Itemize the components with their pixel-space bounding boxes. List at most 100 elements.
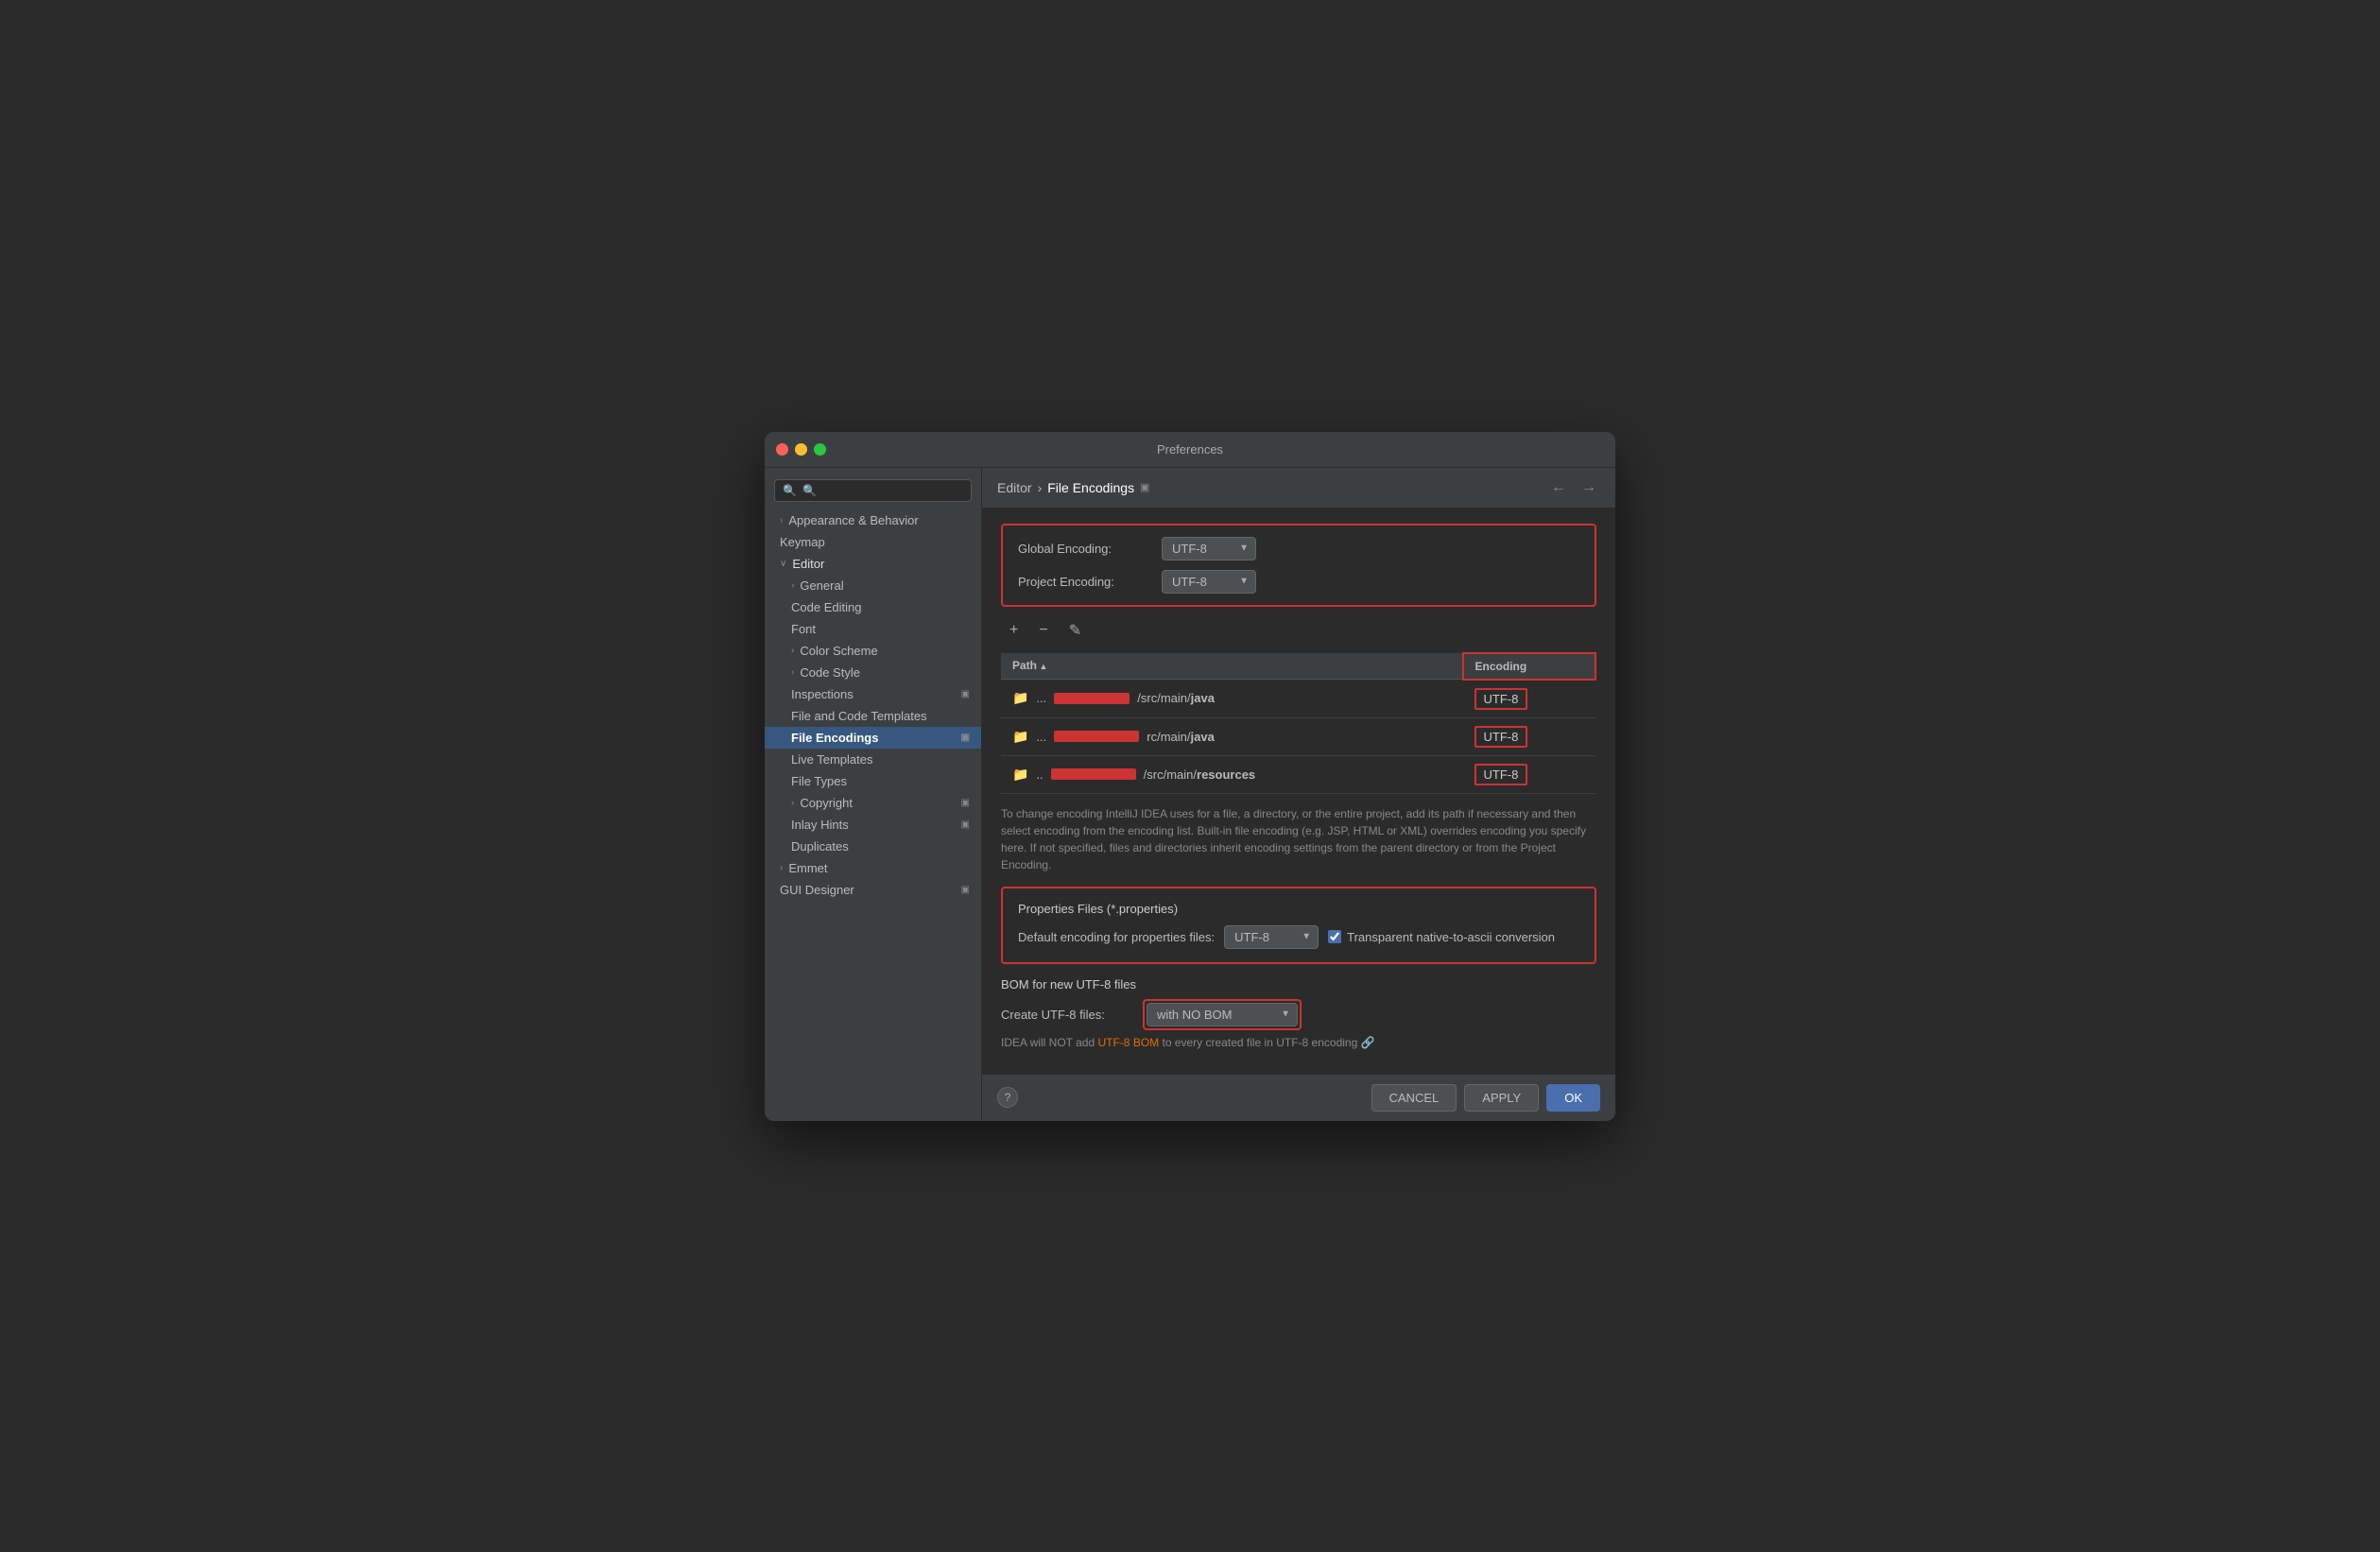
sidebar-item-label: Font: [791, 622, 816, 636]
badge-icon: ▣: [961, 798, 970, 808]
path-redacted-1: [1054, 693, 1130, 704]
sidebar-item-label: Keymap: [780, 535, 825, 549]
sidebar-item-duplicates[interactable]: Duplicates: [765, 836, 981, 857]
col-encoding-header[interactable]: Encoding: [1463, 653, 1595, 680]
sidebar-item-file-encodings[interactable]: File Encodings ▣: [765, 727, 981, 749]
sidebar-item-live-templates[interactable]: Live Templates: [765, 749, 981, 770]
bom-link-icon[interactable]: 🔗: [1361, 1036, 1375, 1049]
sidebar-item-font[interactable]: Font: [765, 618, 981, 640]
search-box[interactable]: 🔍: [774, 479, 972, 502]
encoding-value-3: UTF-8: [1475, 764, 1528, 785]
footer-buttons: CANCEL APPLY OK: [1371, 1084, 1601, 1112]
sidebar-item-label: Code Editing: [791, 600, 861, 614]
sidebar-item-label: Emmet: [788, 861, 827, 875]
encoding-cell-1: UTF-8: [1463, 680, 1595, 718]
project-encoding-row: Project Encoding: UTF-8 ▼: [1018, 570, 1579, 594]
project-encoding-label: Project Encoding:: [1018, 575, 1150, 589]
minimize-button[interactable]: [795, 443, 807, 456]
chevron-right-icon: ›: [780, 863, 783, 873]
bom-row: Create UTF-8 files: with NO BOM with BOM…: [1001, 999, 1596, 1030]
global-encoding-select[interactable]: UTF-8: [1162, 537, 1256, 560]
cancel-button[interactable]: CANCEL: [1371, 1084, 1457, 1112]
path-prefix-3: ..: [1036, 767, 1043, 782]
titlebar: Preferences: [765, 432, 1615, 468]
sidebar-item-general[interactable]: › General: [765, 575, 981, 596]
sidebar-item-file-code-templates[interactable]: File and Code Templates: [765, 705, 981, 727]
edit-button[interactable]: ✎: [1061, 618, 1090, 643]
sidebar-item-label: Live Templates: [791, 752, 872, 767]
add-button[interactable]: +: [1001, 618, 1026, 643]
path-suffix-1: /src/main/java: [1137, 691, 1215, 705]
chevron-right-icon: ›: [791, 667, 794, 678]
table-row: 📁 .. /src/main/resources UTF-8: [1001, 755, 1595, 793]
folder-icon: 📁: [1012, 690, 1028, 706]
default-encoding-label: Default encoding for properties files:: [1018, 930, 1215, 944]
main-panel: Editor › File Encodings ▣ ← → Global Enc…: [982, 468, 1615, 1121]
native-ascii-checkbox[interactable]: [1328, 930, 1341, 943]
encoding-value-1: UTF-8: [1475, 688, 1528, 710]
help-button[interactable]: ?: [997, 1087, 1018, 1108]
ok-button[interactable]: OK: [1546, 1084, 1600, 1112]
breadcrumb-separator: ›: [1038, 480, 1043, 495]
encoding-cell-2: UTF-8: [1463, 717, 1595, 755]
panel-body: Global Encoding: UTF-8 ▼ Project Encodin…: [982, 509, 1615, 1074]
footer: ? CANCEL APPLY OK: [982, 1074, 1615, 1121]
global-encoding-dropdown-wrapper[interactable]: UTF-8 ▼: [1162, 537, 1256, 560]
sidebar-item-label: Editor: [792, 557, 824, 571]
bom-info-suffix: to every created file in UTF-8 encoding: [1159, 1036, 1357, 1049]
native-ascii-checkbox-wrapper[interactable]: Transparent native-to-ascii conversion: [1328, 930, 1555, 944]
path-redacted-2: [1054, 731, 1139, 742]
sidebar-item-color-scheme[interactable]: › Color Scheme: [765, 640, 981, 662]
sidebar-item-keymap[interactable]: Keymap: [765, 531, 981, 553]
nav-back-button[interactable]: ←: [1547, 477, 1570, 498]
toolbar-row: + − ✎: [1001, 618, 1596, 643]
path-prefix-1: ...: [1036, 691, 1046, 705]
badge-icon: ▣: [961, 733, 970, 743]
sidebar-item-copyright[interactable]: › Copyright ▣: [765, 792, 981, 814]
search-input[interactable]: [802, 484, 963, 497]
bom-dropdown-wrapper[interactable]: with NO BOM with BOM ▼: [1147, 1003, 1298, 1026]
sidebar-item-gui-designer[interactable]: GUI Designer ▣: [765, 879, 981, 901]
sidebar-item-file-types[interactable]: File Types: [765, 770, 981, 792]
file-table: Path Encoding 📁 ... /src/main/ja: [1001, 652, 1596, 794]
sidebar-item-code-style[interactable]: › Code Style: [765, 662, 981, 683]
path-cell-1: 📁 ... /src/main/java: [1001, 680, 1463, 718]
project-encoding-dropdown-wrapper[interactable]: UTF-8 ▼: [1162, 570, 1256, 594]
sidebar-item-appearance[interactable]: › Appearance & Behavior: [765, 509, 981, 531]
sidebar-item-inspections[interactable]: Inspections ▣: [765, 683, 981, 705]
sidebar-item-label: Inlay Hints: [791, 818, 849, 832]
sidebar-item-label: Appearance & Behavior: [788, 513, 918, 527]
encoding-cell-3: UTF-8: [1463, 755, 1595, 793]
encoding-value-2: UTF-8: [1475, 726, 1528, 748]
chevron-right-icon: ›: [791, 798, 794, 808]
sidebar-item-emmet[interactable]: › Emmet: [765, 857, 981, 879]
search-icon: 🔍: [783, 484, 797, 497]
sidebar-item-label: Copyright: [800, 796, 853, 810]
bom-select[interactable]: with NO BOM with BOM: [1147, 1003, 1298, 1026]
nav-forward-button[interactable]: →: [1578, 477, 1600, 498]
remove-button[interactable]: −: [1030, 618, 1056, 643]
breadcrumb-parent: Editor: [997, 480, 1032, 495]
encoding-settings-box: Global Encoding: UTF-8 ▼ Project Encodin…: [1001, 524, 1596, 607]
sidebar-item-label: Color Scheme: [800, 644, 877, 658]
path-prefix-2: ...: [1036, 730, 1046, 744]
bom-section: BOM for new UTF-8 files Create UTF-8 fil…: [1001, 977, 1596, 1049]
chevron-down-icon: ∨: [780, 559, 786, 569]
col-path-header[interactable]: Path: [1001, 653, 1463, 680]
close-button[interactable]: [776, 443, 788, 456]
apply-button[interactable]: APPLY: [1464, 1084, 1539, 1112]
bom-info-prefix: IDEA will NOT add: [1001, 1036, 1097, 1049]
project-encoding-select[interactable]: UTF-8: [1162, 570, 1256, 594]
bom-dropdown-box[interactable]: with NO BOM with BOM ▼: [1143, 999, 1302, 1030]
props-encoding-dropdown-wrapper[interactable]: UTF-8 ▼: [1224, 925, 1319, 949]
sidebar-item-code-editing[interactable]: Code Editing: [765, 596, 981, 618]
badge-icon: ▣: [961, 885, 970, 895]
sidebar-item-inlay-hints[interactable]: Inlay Hints ▣: [765, 814, 981, 836]
chevron-right-icon: ›: [791, 646, 794, 656]
props-encoding-select[interactable]: UTF-8: [1224, 925, 1319, 949]
maximize-button[interactable]: [814, 443, 826, 456]
sidebar-item-label: Code Style: [800, 665, 860, 680]
sidebar-item-editor[interactable]: ∨ Editor: [765, 553, 981, 575]
sidebar-item-label: General: [800, 578, 843, 593]
chevron-right-icon: ›: [791, 580, 794, 591]
